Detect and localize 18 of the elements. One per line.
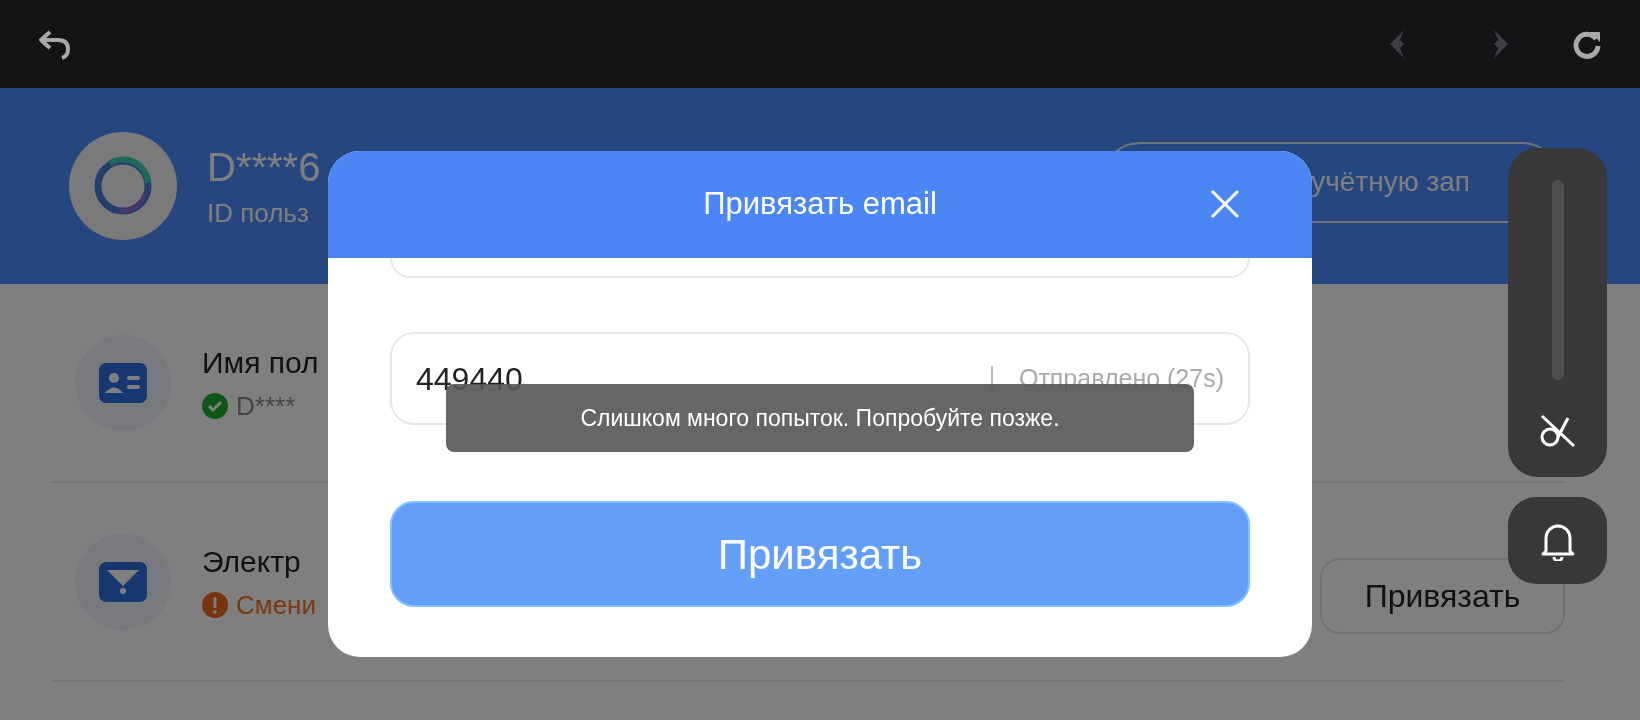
- notification-panel[interactable]: [1508, 497, 1607, 584]
- row-title: Имя пол: [202, 344, 319, 381]
- check-icon: [202, 392, 228, 419]
- dialog-title: Привязать email: [703, 185, 937, 224]
- bind-button[interactable]: Привязать: [390, 501, 1250, 607]
- row-status: D****: [236, 390, 296, 421]
- close-icon[interactable]: [1210, 189, 1240, 219]
- back-icon[interactable]: [38, 28, 72, 60]
- user-id: ID польз: [207, 198, 310, 228]
- envelope-icon: [99, 561, 147, 602]
- bind-action-button[interactable]: Привязать: [1320, 557, 1565, 634]
- contact-card-icon: [99, 362, 147, 403]
- email-field[interactable]: [390, 258, 1250, 278]
- row-status: Смени: [236, 589, 316, 620]
- row-title: Электр: [202, 543, 302, 580]
- user-name: D****6: [207, 144, 321, 190]
- refresh-icon[interactable]: [1572, 29, 1602, 59]
- warning-icon: [202, 591, 228, 618]
